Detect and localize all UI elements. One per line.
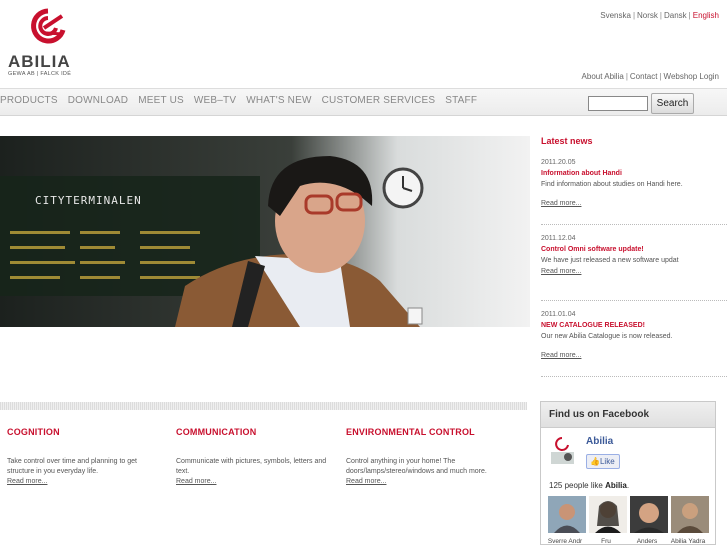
nav-download[interactable]: DOWNLOAD <box>68 95 129 106</box>
news-item: 2011.12.04 Control Omni software update!… <box>541 233 727 309</box>
news-description: Find information about studies on Handi … <box>541 181 683 188</box>
about-link[interactable]: About Abilia <box>582 72 624 81</box>
fan-avatar[interactable] <box>630 496 668 533</box>
communication-text: Communicate with pictures, symbols, lett… <box>176 458 327 475</box>
news-read-more-link[interactable]: Read more... <box>541 350 727 361</box>
environmental-control-read-more-link[interactable]: Read more... <box>346 478 386 485</box>
news-divider <box>541 376 727 377</box>
facebook-faces <box>548 496 709 533</box>
cognition-read-more-link[interactable]: Read more... <box>7 478 47 485</box>
fan-avatar[interactable] <box>589 496 627 533</box>
nav-meet-us[interactable]: MEET US <box>138 95 184 106</box>
thumbs-up-icon: 👍 <box>590 457 600 466</box>
fan-avatar[interactable] <box>548 496 586 533</box>
facebook-like-button[interactable]: 👍Like <box>586 454 620 469</box>
lang-dansk[interactable]: Dansk <box>664 11 687 20</box>
environmental-control-text: Control anything in your home! The doors… <box>346 458 487 475</box>
header: ABILIA GEWA AB | FALCK IDÉ Svenska | Norsk… <box>0 0 727 88</box>
facebook-like-count-end: . <box>626 481 630 490</box>
facebook-like-label: Like <box>599 457 615 466</box>
facebook-like-count-name: Abilia <box>605 481 627 490</box>
hero-image: CITYTERMINALEN <box>0 136 530 327</box>
nav-web-tv[interactable]: WEB–TV <box>194 95 236 106</box>
news-headline[interactable]: Control Omni software update! <box>541 244 727 255</box>
facebook-like-count-text: 125 people like <box>549 481 603 490</box>
news-divider <box>541 224 727 225</box>
news-date: 2011.20.05 <box>541 159 576 166</box>
facebook-widget: Find us on Facebook Abilia 👍Like 125 peo… <box>540 401 716 545</box>
communication-column: COMMUNICATION Communicate with pictures,… <box>176 427 334 487</box>
language-links: Svenska | Norsk | Dansk | English <box>600 11 719 20</box>
nav-staff[interactable]: STAFF <box>445 95 477 106</box>
lang-english[interactable]: English <box>693 11 719 20</box>
cognition-text: Take control over time and planning to g… <box>7 458 137 475</box>
news-headline[interactable]: NEW CATALOGUE RELEASED! <box>541 320 727 331</box>
logo-subtitle: GEWA AB | FALCK IDÉ <box>8 71 72 77</box>
logo-text: ABILIA <box>8 52 71 71</box>
nav-customer-services[interactable]: CUSTOMER SERVICES <box>322 95 436 106</box>
news-item: 2011.20.05 Information about Handi Find … <box>541 157 727 233</box>
search-input[interactable] <box>588 96 648 111</box>
lang-svenska[interactable]: Svenska <box>600 11 631 20</box>
search-button[interactable]: Search <box>651 93 694 114</box>
hero-photo: CITYTERMINALEN <box>0 136 530 327</box>
webshop-login-link[interactable]: Webshop Login <box>664 72 719 81</box>
facebook-face-names: Sverre Andr Fru Anders Abilia Yadra <box>546 538 707 545</box>
news-item: 2011.01.04 NEW CATALOGUE RELEASED! Our n… <box>541 309 727 385</box>
cognition-column: COGNITION Take control over time and pla… <box>7 427 165 487</box>
news-headline[interactable]: Information about Handi <box>541 168 727 179</box>
news-description: Our new Abilia Catalogue is now released… <box>541 333 673 340</box>
fan-name[interactable]: Anders <box>628 538 666 545</box>
abilia-logo[interactable]: ABILIA GEWA AB | FALCK IDÉ <box>6 8 76 80</box>
fan-name[interactable]: Sverre Andr <box>546 538 584 545</box>
cognition-title[interactable]: COGNITION <box>7 427 165 437</box>
facebook-page-name[interactable]: Abilia <box>586 436 613 447</box>
fan-name[interactable]: Fru <box>587 538 625 545</box>
news-read-more-link[interactable]: Read more... <box>541 266 727 277</box>
main-nav: PRODUCTS DOWNLOAD MEET US WEB–TV WHAT'S … <box>0 88 727 116</box>
news-date: 2011.12.04 <box>541 235 576 242</box>
abilia-logo-mark <box>31 8 66 44</box>
facebook-widget-title: Find us on Facebook <box>541 402 715 428</box>
environmental-control-column: ENVIRONMENTAL CONTROL Control anything i… <box>346 427 504 487</box>
nav-whats-new[interactable]: WHAT'S NEW <box>246 95 311 106</box>
news-description: We have just released a new software upd… <box>541 257 679 264</box>
nav-products[interactable]: PRODUCTS <box>0 95 58 106</box>
hero-sign-text: CITYTERMINALEN <box>35 194 142 207</box>
latest-news: Latest news 2011.20.05 Information about… <box>541 136 727 385</box>
communication-title[interactable]: COMMUNICATION <box>176 427 334 437</box>
fan-name[interactable]: Abilia Yadra <box>669 538 707 545</box>
communication-read-more-link[interactable]: Read more... <box>176 478 216 485</box>
news-divider <box>541 300 727 301</box>
page: ABILIA GEWA AB | FALCK IDÉ Svenska | Norsk… <box>0 0 727 545</box>
news-read-more-link[interactable]: Read more... <box>541 198 727 209</box>
news-date: 2011.01.04 <box>541 311 576 318</box>
environmental-control-title[interactable]: ENVIRONMENTAL CONTROL <box>346 427 504 437</box>
fan-avatar[interactable] <box>671 496 709 533</box>
latest-news-title: Latest news <box>541 136 593 146</box>
section-divider-bar <box>0 402 527 410</box>
utility-links: About Abilia | Contact | Webshop Login <box>581 72 719 81</box>
facebook-page-avatar[interactable] <box>549 435 576 465</box>
facebook-like-count: 125 people like Abilia. <box>549 481 629 490</box>
contact-link[interactable]: Contact <box>630 72 658 81</box>
lang-norsk[interactable]: Norsk <box>637 11 658 20</box>
